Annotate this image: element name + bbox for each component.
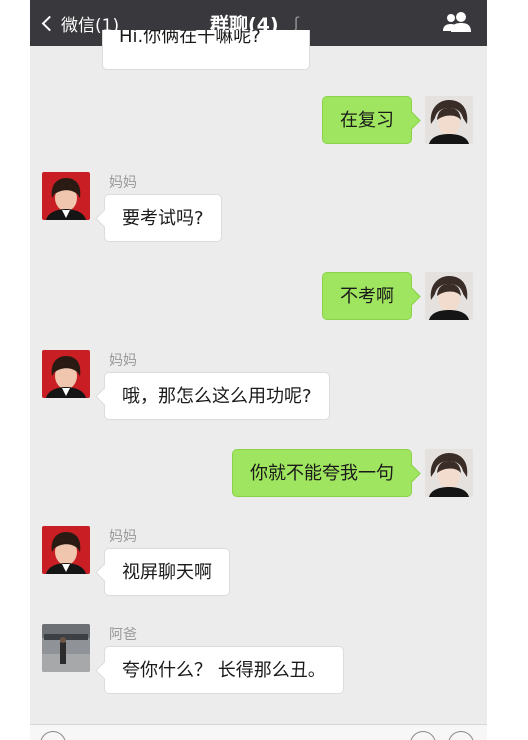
message-bubble-outgoing[interactable]: 不考啊: [322, 272, 412, 320]
message-bubble-incoming[interactable]: 夸你什么？ 长得那么丑。: [104, 646, 344, 694]
message-input-bar: [30, 724, 487, 740]
avatar-self[interactable]: [425, 96, 473, 144]
message-input[interactable]: [80, 729, 425, 740]
voice-icon[interactable]: [40, 731, 66, 740]
avatar-dad[interactable]: [42, 624, 90, 672]
message-bubble-outgoing[interactable]: 在复习: [322, 96, 412, 144]
message-bubble-outgoing[interactable]: 你就不能夸我一句: [232, 449, 412, 497]
clipped-message-text: Hi.你俩在干嘛呢?: [119, 30, 261, 47]
avatar-mom[interactable]: [42, 350, 90, 398]
message-bubble-incoming[interactable]: 要考试吗?: [104, 194, 222, 242]
sender-name: 妈妈: [109, 529, 137, 545]
sender-name: 阿爸: [109, 627, 137, 643]
avatar-self[interactable]: [425, 449, 473, 497]
sender-name: 妈妈: [109, 353, 137, 369]
sender-name: 妈妈: [109, 175, 137, 191]
avatar-mom[interactable]: [42, 526, 90, 574]
avatar-mom[interactable]: [42, 172, 90, 220]
clipped-message-bubble: Hi.你俩在干嘛呢?: [102, 30, 310, 70]
message-bubble-incoming[interactable]: 哦，那怎么这么用功呢?: [104, 372, 330, 420]
message-bubble-incoming[interactable]: 视屏聊天啊: [104, 548, 230, 596]
group-members-icon[interactable]: [443, 11, 471, 33]
avatar-self[interactable]: [425, 272, 473, 320]
chat-screen: 微信(1) 群聊(4) ʃ Hi.你俩在干嘛呢? 在复习 妈妈 要考试吗? 不考…: [30, 0, 487, 740]
chevron-left-icon: [41, 15, 58, 31]
plus-icon[interactable]: [448, 731, 474, 740]
